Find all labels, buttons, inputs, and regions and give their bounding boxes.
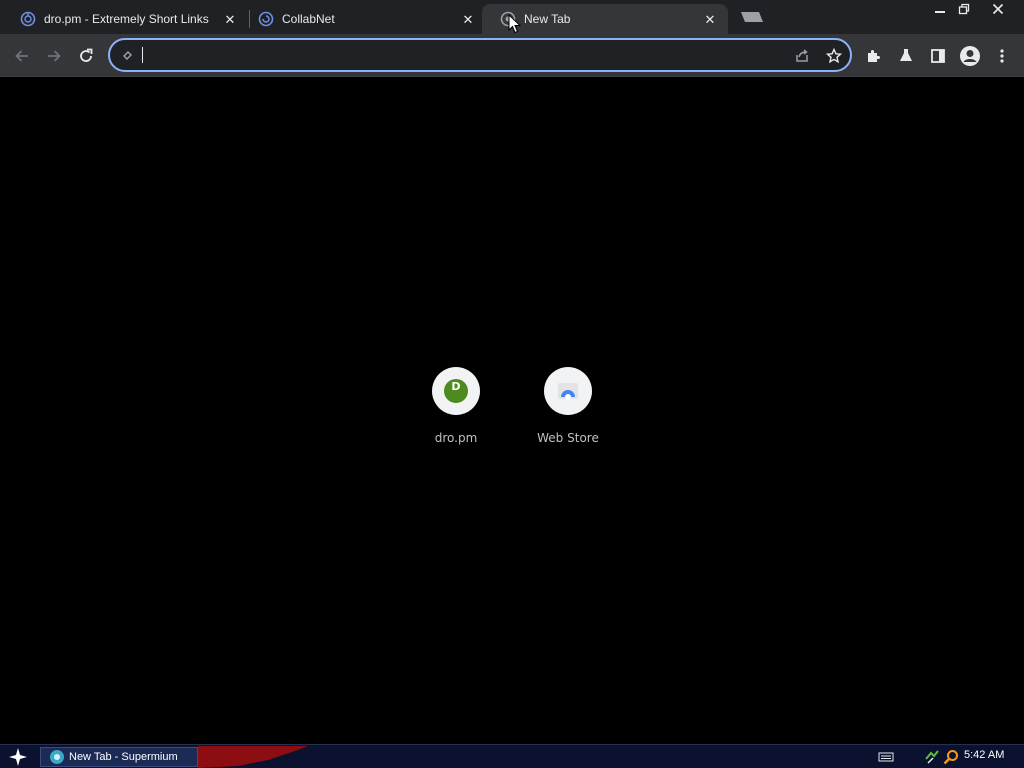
shortcut-tile[interactable] [544,367,592,415]
profile-button[interactable] [956,42,984,70]
extensions-button[interactable] [860,42,888,70]
keyboard-icon[interactable] [878,749,894,765]
taskbar-item-browser[interactable]: New Tab - Supermium [40,747,198,767]
close-icon[interactable]: ✕ [460,11,476,27]
new-tab-page: D dro.pm Web Store [0,77,1024,744]
restore-button[interactable] [952,0,976,18]
avatar-icon [960,46,980,66]
tab-dropm[interactable]: dro.pm - Extremely Short Links ✕ [2,4,248,34]
window-close-icon [992,3,1004,15]
side-panel-icon [931,49,945,63]
supermium-icon [49,749,65,765]
tab-collabnet[interactable]: CollabNet ✕ [240,4,486,34]
shortcut-dropm[interactable]: D dro.pm [400,367,512,457]
taskbar: New Tab - Supermium 5:42 AM [0,744,1024,768]
shortcut-web-store[interactable]: Web Store [512,367,624,457]
flask-icon [900,49,912,61]
star-start-icon [9,748,27,766]
puzzle-icon [868,50,880,62]
dropm-letter-icon: D [444,379,468,403]
puzzle-site-icon [120,47,136,63]
share-button[interactable] [790,44,814,68]
forward-button[interactable] [40,42,68,70]
shortcut-letter: D [451,380,460,393]
kebab-menu-icon [1000,49,1004,63]
close-icon[interactable]: ✕ [702,11,718,27]
start-button[interactable] [6,746,30,768]
back-button[interactable] [8,42,36,70]
new-tab-icon [741,12,763,22]
tab-title: New Tab [524,12,571,26]
dropm-favicon-icon [20,11,36,27]
back-arrow-icon [15,50,28,62]
clock: 5:42 AM [964,749,1005,761]
shortcut-label: Web Store [537,431,599,445]
network-icon[interactable] [924,749,940,765]
close-icon[interactable]: ✕ [222,11,238,27]
text-caret [142,47,143,63]
taskbar-item-label: New Tab - Supermium [69,751,178,763]
shortcut-label: dro.pm [434,431,478,445]
address-bar[interactable] [108,38,852,72]
tab-title: CollabNet [282,12,335,26]
collabnet-favicon-icon [258,11,274,27]
browser-toolbar [0,34,1024,77]
share-icon [796,49,808,62]
minimize-icon [935,11,945,13]
reload-icon [80,48,93,62]
minimize-button[interactable] [928,0,952,18]
tab-title: dro.pm - Extremely Short Links [44,12,209,26]
forward-arrow-icon [48,50,61,62]
search-icon[interactable] [943,749,959,765]
web-store-icon [558,383,578,400]
mouse-cursor-icon [508,14,522,34]
taskbar-decoration [198,746,308,768]
new-tab-button[interactable] [736,10,764,24]
restore-icon [958,3,970,15]
window-close-button[interactable] [986,0,1010,18]
side-panel-button[interactable] [924,42,952,70]
labs-button[interactable] [892,42,920,70]
address-input[interactable] [140,43,780,67]
menu-button[interactable] [988,42,1016,70]
star-icon [826,48,842,64]
shortcut-tile[interactable]: D [432,367,480,415]
reload-button[interactable] [72,42,100,70]
bookmark-star-button[interactable] [822,44,846,68]
